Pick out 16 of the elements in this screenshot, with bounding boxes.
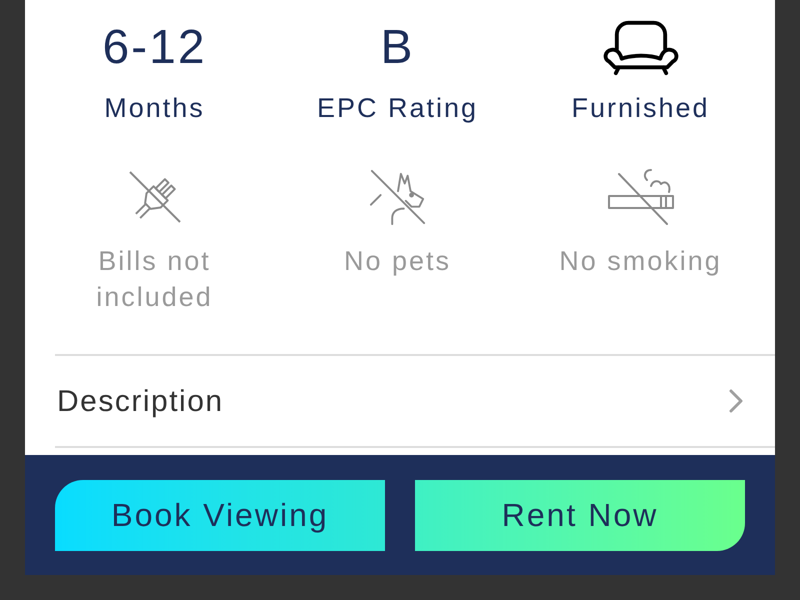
rule-label: Bills not included — [95, 245, 214, 314]
unplugged-icon — [126, 169, 182, 225]
stat-label: Furnished — [571, 92, 710, 124]
no-smoking-icon — [606, 168, 674, 226]
rule-label: No pets — [344, 245, 452, 278]
no-pets-icon — [368, 168, 426, 226]
stat-label: EPC Rating — [316, 92, 478, 124]
stat-value: 6-12 — [102, 20, 207, 76]
rule-label: No smoking — [559, 245, 722, 278]
stat-label: Months — [104, 92, 205, 124]
stat-value: B — [380, 20, 414, 76]
sofa-icon — [600, 19, 680, 77]
chevron-right-icon — [729, 389, 743, 413]
action-button[interactable]: Book Viewing — [55, 480, 385, 550]
action-button[interactable]: Rent Now — [415, 480, 745, 550]
section-row[interactable]: Description — [55, 356, 775, 448]
